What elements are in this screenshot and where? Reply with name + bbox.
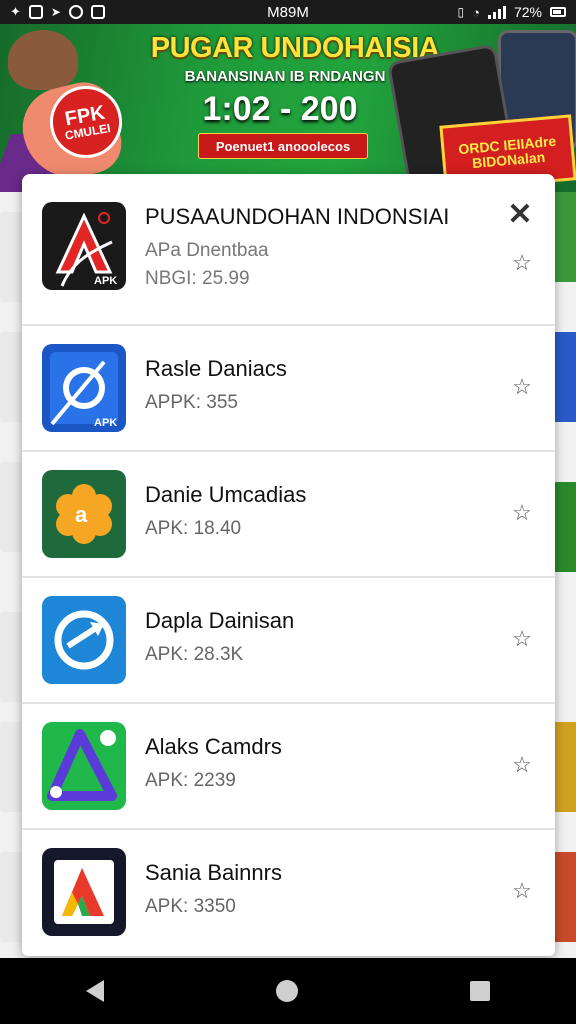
app-name: Sania Bainnrs (145, 860, 282, 885)
mascot-image (8, 30, 78, 90)
star-icon[interactable]: ☆ (511, 754, 533, 776)
list-item[interactable]: APK Rasle Daniacs APPK: 355 ☆ (22, 326, 555, 452)
blue-circle-arrow-icon-graphic (54, 610, 114, 670)
banner-big-text: 1:02 - 200 (202, 90, 358, 128)
dark-color-a-icon-graphic (54, 860, 114, 924)
back-icon[interactable] (86, 980, 104, 1002)
star-icon[interactable]: ☆ (511, 252, 533, 274)
background-card-right (552, 482, 576, 572)
background-card (0, 462, 24, 552)
recents-icon[interactable] (470, 981, 490, 1001)
background-card (0, 612, 24, 702)
list-item[interactable]: APK PUSAAUNDOHAN INDONSIAI APa Dnentbaa … (22, 174, 555, 326)
nav-arrow-icon: ➤ (50, 5, 61, 19)
dark-color-a-icon (42, 848, 126, 936)
red-a-apk-icon: APK (42, 202, 126, 290)
red-a-apk-icon-graphic: APK (55, 212, 117, 287)
list-item[interactable]: Alaks Camdrs APK: 2239 ☆ (22, 704, 555, 830)
green-triangle-icon (42, 722, 126, 810)
banner-left-art: FPK CMULEI (0, 24, 150, 192)
background-card (0, 852, 24, 942)
app-apk-info: APK: 28.3K (145, 644, 244, 665)
blue-circle-arrow-icon (42, 596, 126, 684)
app-notification-icon-2 (90, 5, 105, 19)
app-apk-info: APPK: 355 (145, 392, 238, 413)
list-item[interactable]: Dapla Dainisan APK: 28.3K ☆ (22, 578, 555, 704)
app-apk-info: APK: 2239 (145, 770, 236, 791)
app-list-panel: ✕ APK PUSAAUNDOHAN INDONSIAI APa Dnentba… (22, 174, 555, 956)
orange-flower-icon: a (42, 470, 126, 558)
apk-label: APK (94, 417, 117, 429)
app-name: Alaks Camdrs (145, 734, 282, 759)
background-card-right (552, 722, 576, 812)
star-icon[interactable]: ☆ (511, 880, 533, 902)
background-card-right (552, 192, 576, 282)
list-item[interactable]: Sania Bainnrs APK: 3350 ☆ (22, 830, 555, 956)
blue-link-apk-icon: APK (42, 344, 126, 432)
app-name: PUSAAUNDOHAN INDONSIAI (145, 204, 450, 229)
orange-flower-icon-graphic: a (56, 484, 112, 544)
status-right-icons: ▯ ◔ 72% (457, 4, 566, 20)
app-subtitle: APa Dnentbaa (145, 240, 269, 261)
promo-banner[interactable]: FPK CMULEI PUGAR UNDOHAISIA BANANSINAN I… (0, 24, 576, 192)
battery-icon (550, 7, 566, 17)
app-name: Dapla Dainisan (145, 608, 295, 633)
app-notification-icon (28, 5, 43, 19)
green-triangle-icon-graphic (47, 729, 117, 801)
app-apk-info: APK: 3350 (145, 896, 236, 917)
apk-label: APK (94, 275, 117, 287)
wifi-icon: ◔ (472, 4, 480, 20)
signal-icon (487, 5, 506, 19)
background-card (0, 722, 24, 812)
navigation-bar (0, 958, 576, 1024)
status-left-icons: ✦ ➤ (10, 4, 105, 20)
star-icon[interactable]: ☆ (511, 376, 533, 398)
sync-icon (68, 5, 83, 19)
banner-subtitle: BANANSINAN IB RNDANGN (184, 68, 386, 85)
status-bar: ✦ ➤ M89M ▯ ◔ 72% (0, 0, 576, 24)
blue-link-apk-icon-graphic: APK (50, 352, 118, 429)
list-item[interactable]: a Danie Umcadias APK: 18.40 ☆ (22, 452, 555, 578)
star-icon[interactable]: ☆ (511, 502, 533, 524)
app-apk-info: NBGI: 25.99 (145, 268, 250, 289)
home-icon[interactable] (276, 980, 298, 1002)
notification-icon: ✦ (10, 4, 21, 19)
app-name: Danie Umcadias (145, 482, 307, 507)
background-card (0, 212, 24, 302)
background-card-right (552, 332, 576, 422)
background-card-right (552, 852, 576, 942)
svg-text:a: a (75, 502, 88, 527)
banner-button[interactable]: Poenuet1 anooolecos (198, 133, 368, 159)
battery-percent: 72% (513, 4, 542, 20)
app-name: Rasle Daniacs (145, 356, 287, 381)
app-apk-info: APK: 18.40 (145, 518, 242, 539)
star-icon[interactable]: ☆ (511, 628, 533, 650)
vibrate-icon: ▯ (457, 5, 465, 19)
background-card (0, 332, 24, 422)
